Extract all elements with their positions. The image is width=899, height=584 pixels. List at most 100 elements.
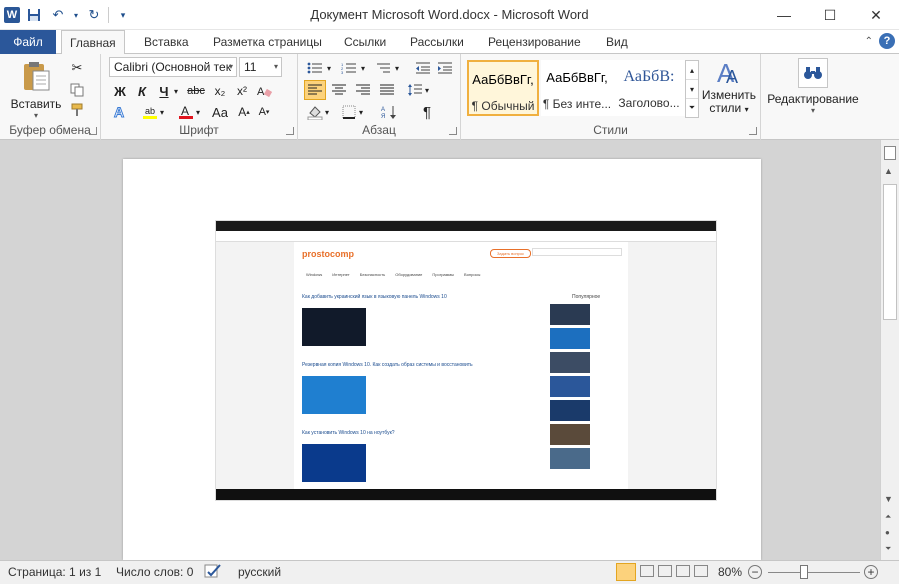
font-size-combo[interactable]: 11 ▾ <box>239 57 282 77</box>
full-screen-reading-icon[interactable] <box>640 565 654 577</box>
ruler-toggle-icon[interactable] <box>884 146 896 160</box>
multilevel-dropdown-icon[interactable]: ▾ <box>392 58 402 78</box>
window-controls: — ☐ ✕ <box>761 0 899 30</box>
styles-scroll-up-icon[interactable]: ▴ <box>686 61 698 80</box>
site-logo: prostocomp <box>302 249 355 259</box>
cut-icon[interactable]: ✂ <box>66 58 88 78</box>
change-styles-button[interactable]: AA Изменить стили ▾ <box>701 58 757 122</box>
undo-icon[interactable]: ↶ <box>48 6 68 24</box>
style-no-spacing[interactable]: АаБбВвГг, ¶ Без инте... <box>541 60 613 116</box>
tab-page-layout[interactable]: Разметка страницы <box>205 30 330 54</box>
tab-review[interactable]: Рецензирование <box>480 30 589 54</box>
decrease-indent-icon[interactable] <box>412 58 434 78</box>
strikethrough-button[interactable]: abc <box>185 81 207 101</box>
document-page[interactable]: prostocomp Задать вопрос Windows Интерне… <box>123 159 761 560</box>
editing-button[interactable]: Редактирование ▾ <box>765 56 861 120</box>
subscript-button[interactable]: x₂ <box>209 81 231 101</box>
bullets-dropdown-icon[interactable]: ▾ <box>324 58 334 78</box>
embedded-screenshot[interactable]: prostocomp Задать вопрос Windows Интерне… <box>215 220 717 501</box>
shrink-font-icon[interactable]: A ▾ <box>253 102 275 122</box>
maximize-button[interactable]: ☐ <box>807 0 853 30</box>
scroll-down-icon[interactable]: ▼ <box>884 494 893 504</box>
shading-dropdown-icon[interactable]: ▾ <box>322 102 332 122</box>
print-layout-view-icon[interactable] <box>616 563 636 581</box>
tab-home[interactable]: Главная <box>61 30 125 55</box>
svg-text:А: А <box>381 107 385 113</box>
copy-icon[interactable] <box>66 80 88 100</box>
tab-insert[interactable]: Вставка <box>136 30 197 54</box>
tab-view[interactable]: Вид <box>598 30 636 54</box>
clipboard-launcher-icon[interactable] <box>89 127 97 135</box>
italic-button[interactable]: К <box>131 81 153 101</box>
align-center-button[interactable] <box>328 80 350 100</box>
font-group-label: Шрифт <box>179 123 219 137</box>
minimize-button[interactable]: — <box>761 0 807 30</box>
styles-more-icon[interactable]: ⏷ <box>686 99 698 117</box>
grow-font-icon[interactable]: A ▴ <box>233 102 255 122</box>
collapse-ribbon-icon[interactable]: ⌃ <box>865 36 873 47</box>
redo-icon[interactable]: ↻ <box>84 6 104 24</box>
save-icon[interactable] <box>24 6 44 24</box>
tab-file[interactable]: Файл <box>0 30 56 54</box>
style-normal[interactable]: АаБбВвГг, ¶ Обычный <box>467 60 539 116</box>
site-nav-item: Интернет <box>332 272 350 277</box>
superscript-button[interactable]: x² <box>231 81 253 101</box>
proofing-icon[interactable] <box>204 563 222 582</box>
font-name-combo[interactable]: Calibri (Основной тек ▾ <box>109 57 237 77</box>
font-launcher-icon[interactable] <box>286 127 294 135</box>
help-icon[interactable]: ? <box>879 33 895 49</box>
close-button[interactable]: ✕ <box>853 0 899 30</box>
text-effects-icon[interactable]: A <box>109 102 131 122</box>
vertical-scrollbar[interactable]: ▲ ▼ ⏶ ● ⏷ <box>880 140 899 560</box>
format-painter-icon[interactable] <box>66 100 88 120</box>
page-count[interactable]: Страница: 1 из 1 <box>8 565 101 579</box>
bold-button[interactable]: Ж <box>109 81 131 101</box>
zoom-slider-thumb[interactable] <box>800 565 808 579</box>
zoom-out-icon[interactable]: − <box>748 565 762 579</box>
increase-indent-icon[interactable] <box>434 58 456 78</box>
font-color-dropdown-icon[interactable]: ▾ <box>193 102 203 122</box>
previous-page-icon[interactable]: ⏶ <box>885 512 891 522</box>
customize-toolbar-icon[interactable]: ▾ <box>113 6 133 24</box>
justify-button[interactable] <box>376 80 398 100</box>
align-left-button[interactable] <box>304 80 326 100</box>
undo-dropdown-icon[interactable]: ▾ <box>72 6 80 24</box>
web-layout-icon[interactable] <box>658 565 672 577</box>
underline-dropdown-icon[interactable]: ▾ <box>171 81 181 101</box>
zoom-level[interactable]: 80% <box>718 565 742 579</box>
numbering-icon[interactable]: 123 <box>338 58 360 78</box>
paste-button[interactable]: Вставить ▾ <box>10 58 62 120</box>
highlight-dropdown-icon[interactable]: ▾ <box>157 102 167 122</box>
numbering-dropdown-icon[interactable]: ▾ <box>358 58 368 78</box>
tab-mailings[interactable]: Рассылки <box>402 30 472 54</box>
line-spacing-dropdown-icon[interactable]: ▾ <box>422 80 432 100</box>
tab-references[interactable]: Ссылки <box>336 30 394 54</box>
language-indicator[interactable]: русский <box>238 565 281 579</box>
style-heading[interactable]: АаБбВ: Заголово... <box>613 60 685 116</box>
draft-view-icon[interactable] <box>694 565 708 577</box>
browse-object-icon[interactable]: ● <box>885 528 890 537</box>
clear-formatting-icon[interactable]: A <box>253 81 275 101</box>
styles-launcher-icon[interactable] <box>749 127 757 135</box>
show-formatting-button[interactable]: ¶ <box>416 102 438 122</box>
scroll-thumb[interactable] <box>883 184 897 320</box>
borders-dropdown-icon[interactable]: ▾ <box>356 102 366 122</box>
ask-question-button: Задать вопрос <box>490 249 532 258</box>
bullets-icon[interactable] <box>304 58 326 78</box>
zoom-slider[interactable] <box>768 572 860 573</box>
change-case-icon[interactable]: Aa <box>209 102 231 122</box>
outline-view-icon[interactable] <box>676 565 690 577</box>
paragraph-group-label: Абзац <box>362 123 396 137</box>
word-count[interactable]: Число слов: 0 <box>116 565 193 579</box>
word-app-icon[interactable]: W <box>4 7 20 23</box>
paragraph-launcher-icon[interactable] <box>449 127 457 135</box>
scroll-up-icon[interactable]: ▲ <box>884 166 893 176</box>
zoom-in-icon[interactable]: + <box>864 565 878 579</box>
next-page-icon[interactable]: ⏷ <box>885 544 891 554</box>
align-right-button[interactable] <box>352 80 374 100</box>
sort-icon[interactable]: АЯ <box>378 102 400 122</box>
multilevel-list-icon[interactable] <box>372 58 394 78</box>
quick-access-toolbar: W ↶ ▾ ↻ ▾ <box>4 6 133 24</box>
styles-scroll-down-icon[interactable]: ▾ <box>686 80 698 99</box>
styles-group: АаБбВвГг, ¶ Обычный АаБбВвГг, ¶ Без инте… <box>461 54 761 140</box>
